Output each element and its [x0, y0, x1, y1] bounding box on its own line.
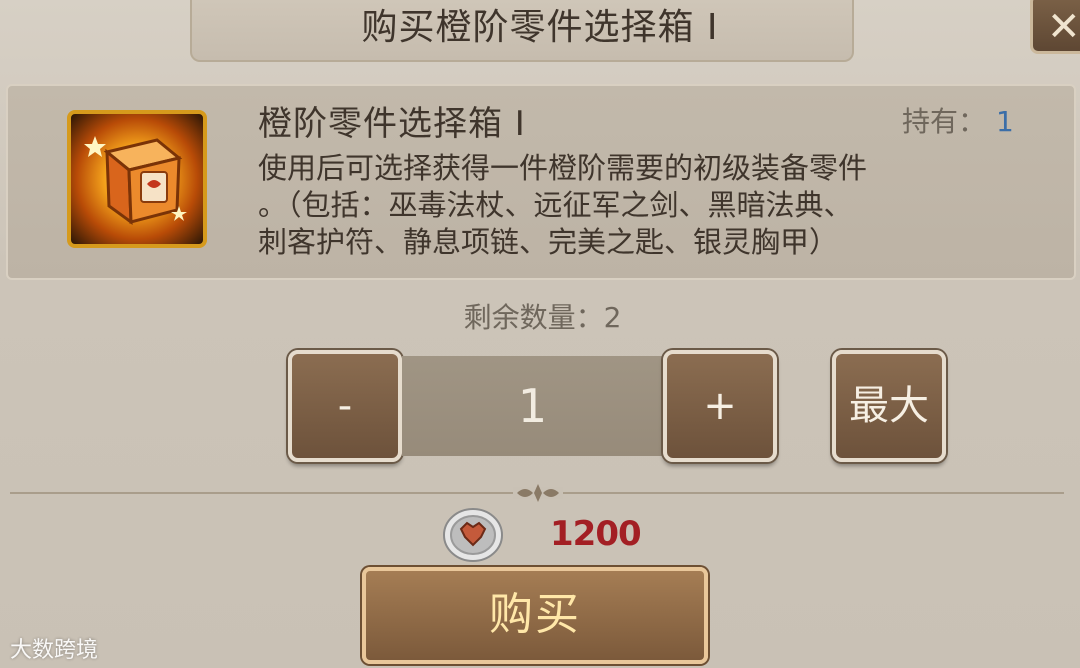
hold-value: 1	[996, 105, 1014, 138]
guild-coin-icon	[443, 508, 503, 562]
dialog-title: 购买橙阶零件选择箱 Ⅰ	[361, 7, 719, 48]
description-line: 刺客护符、静息项链、完美之匙、银灵胸甲）	[258, 225, 839, 259]
hold-count: 持有： 1	[902, 100, 1014, 140]
price-value: 1200	[550, 514, 642, 554]
close-icon: ✕	[1047, 4, 1080, 50]
max-button[interactable]: 最大	[832, 350, 946, 462]
remaining-value: 2	[603, 301, 622, 334]
item-name: 橙阶零件选择箱 Ⅰ	[258, 104, 526, 144]
remaining-quantity: 剩余数量：2	[0, 296, 1080, 336]
watermark: 大数跨境	[10, 638, 99, 663]
decrease-button[interactable]: -	[288, 350, 402, 462]
increase-button[interactable]: +	[663, 350, 777, 462]
divider-ornament-icon	[513, 484, 563, 502]
close-button[interactable]: ✕	[1030, 0, 1080, 54]
description-line: 使用后可选择获得一件橙阶需要的初级装备零件	[258, 151, 868, 185]
description-line: 。（包括：巫毒法杖、远征军之剑、黑暗法典、	[258, 188, 853, 222]
hold-label: 持有：	[902, 105, 987, 138]
item-description: 使用后可选择获得一件橙阶需要的初级装备零件 。（包括：巫毒法杖、远征军之剑、黑暗…	[258, 150, 1048, 261]
orange-part-chest-icon	[67, 110, 207, 248]
quantity-field[interactable]: 1	[402, 356, 663, 456]
buy-button[interactable]: 购买	[362, 567, 708, 664]
remaining-label: 剩余数量：	[463, 301, 604, 334]
